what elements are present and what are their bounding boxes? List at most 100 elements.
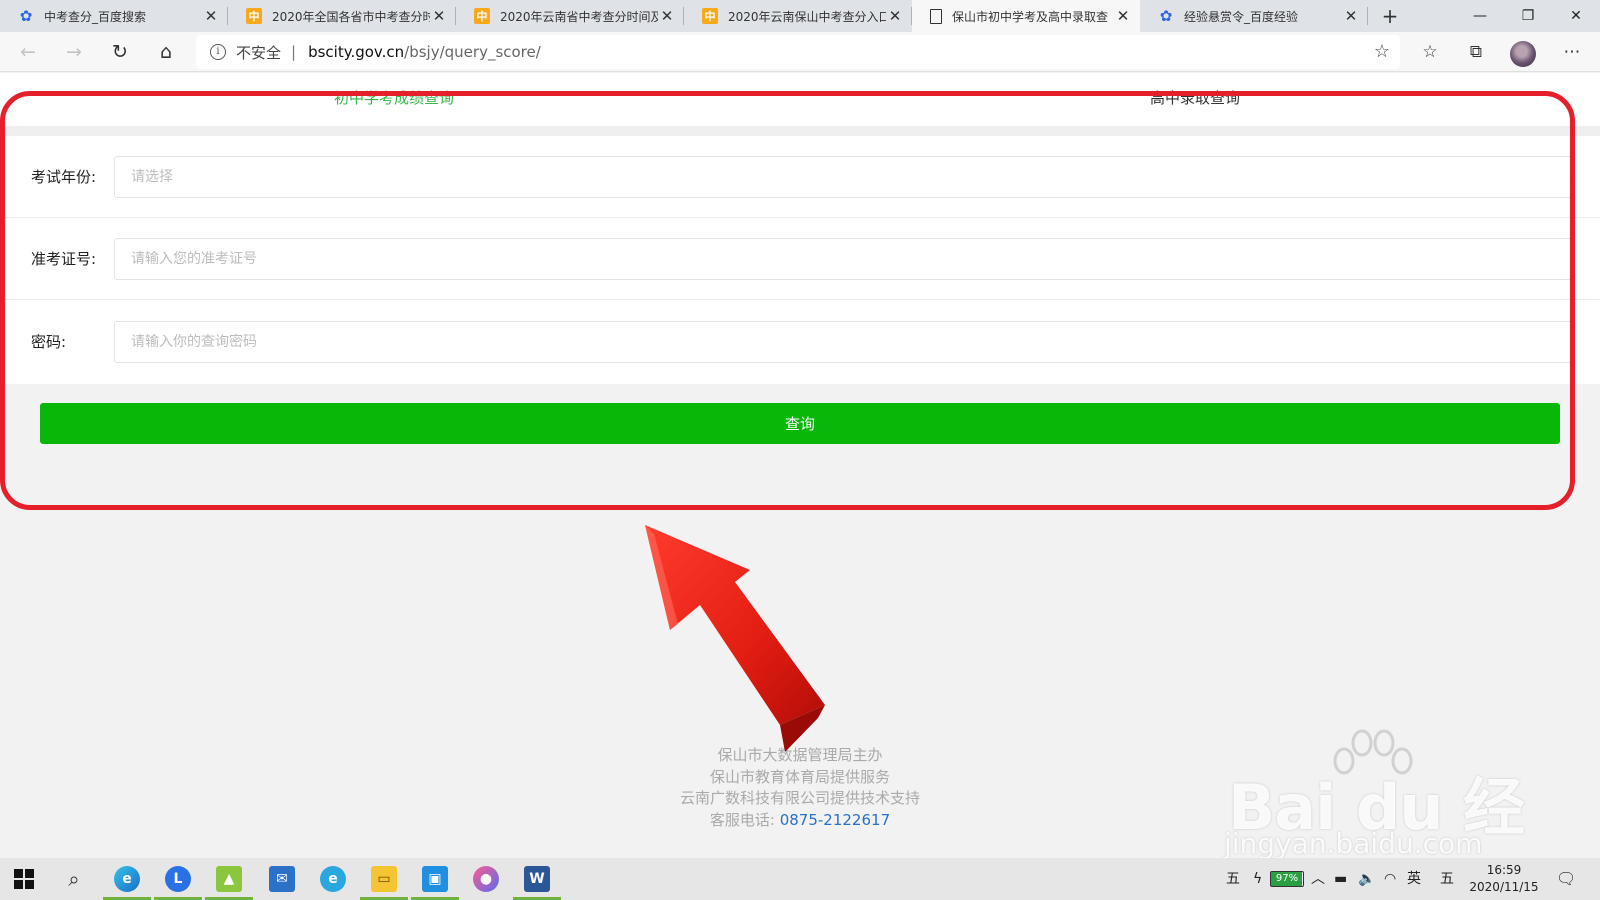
site-info-icon[interactable]: i <box>210 44 226 60</box>
clock-time: 16:59 <box>1486 863 1522 877</box>
taskbar-app-drop[interactable]: ● <box>462 858 510 900</box>
windows-logo-icon <box>14 869 34 889</box>
forward-icon[interactable]: → <box>58 36 90 68</box>
close-tab-icon[interactable]: ✕ <box>430 7 448 25</box>
baidu-paw-icon: ✿ <box>19 7 33 25</box>
profile-avatar[interactable] <box>1510 41 1536 67</box>
bell-app-icon: ▲ <box>216 866 242 892</box>
browser-tab-title: 2020年云南省中考查分时间及 <box>500 9 658 24</box>
system-clock[interactable]: 16:59 2020/11/15 <box>1466 862 1542 896</box>
footer-service: 保山市教育体育局提供服务 <box>709 767 890 786</box>
taskbar-mail[interactable]: ✉ <box>258 858 306 900</box>
section-gap <box>0 126 1600 136</box>
zhongkao-icon: 中 <box>702 8 718 24</box>
tab-separator <box>1367 7 1368 25</box>
browser-tab[interactable]: 中 2020年云南保山中考查分入口 ✕ <box>684 0 912 32</box>
exam-year-label: 考试年份: <box>31 168 97 186</box>
minimize-window-button[interactable]: — <box>1456 0 1504 32</box>
ticket-number-label: 准考证号: <box>31 250 97 268</box>
password-input[interactable] <box>114 321 1574 363</box>
folder-icon: ▭ <box>371 866 397 892</box>
home-icon[interactable]: ⌂ <box>150 36 182 68</box>
red-pointer-arrow-icon <box>645 525 825 752</box>
browser-tab-title: 2020年全国各省市中考查分时间 <box>272 9 430 24</box>
close-tab-icon[interactable]: ✕ <box>886 7 904 25</box>
close-tab-icon[interactable]: ✕ <box>658 7 676 25</box>
query-button[interactable]: 查询 <box>40 403 1560 444</box>
more-menu-icon[interactable]: ⋯ <box>1556 36 1588 68</box>
chevron-up-icon[interactable]: ︿ <box>1311 858 1325 900</box>
ie-browser-icon: e <box>320 866 346 892</box>
calculator-app-icon: ▣ <box>422 866 448 892</box>
favorites-list-icon[interactable]: ☆ <box>1414 36 1446 68</box>
new-tab-button[interactable]: + <box>1378 0 1402 32</box>
battery-indicator[interactable]: 97% <box>1270 871 1304 887</box>
lark-l-icon: L <box>165 866 191 892</box>
ticket-number-input[interactable] <box>114 238 1574 280</box>
notification-icon[interactable]: 🗨 <box>1556 858 1576 900</box>
form-row-year: 考试年份: ⌄ <box>0 136 1600 218</box>
zhongkao-icon: 中 <box>246 8 262 24</box>
edge-browser-icon: e <box>114 866 140 892</box>
browser-tab-title: 中考查分_百度搜索 <box>44 9 147 24</box>
browser-tab-title: 2020年云南保山中考查分入口 <box>728 9 886 24</box>
taskbar-app-green[interactable]: ▲ <box>205 858 253 900</box>
browser-tab[interactable]: 中 2020年云南省中考查分时间及 ✕ <box>456 0 684 32</box>
ime-mode-left[interactable]: 五 <box>1226 858 1240 900</box>
favorite-star-icon[interactable]: ☆ <box>1374 41 1390 62</box>
close-tab-icon[interactable]: ✕ <box>202 7 220 25</box>
browser-tab[interactable]: ✿ 经验悬赏令_百度经验 ✕ <box>1140 0 1368 32</box>
charging-icon: ϟ <box>1253 871 1263 887</box>
browser-tab[interactable]: ✿ 中考查分_百度搜索 ✕ <box>0 0 228 32</box>
browser-tab-active[interactable]: 保山市初中学考及高中录取查 ✕ <box>912 0 1140 32</box>
clock-date: 2020/11/15 <box>1469 880 1539 894</box>
windows-taskbar: ⌕ e L ▲ ✉ e ▭ ▣ ● W 五 ϟ 97% ︿ ▬ 🔈 ◠ 英 五 … <box>0 858 1600 900</box>
form-row-ticket: 准考证号: <box>0 218 1600 300</box>
taskbar-word[interactable]: W <box>513 858 561 900</box>
address-divider: | <box>291 43 297 61</box>
refresh-icon[interactable]: ↻ <box>104 36 136 68</box>
security-status: 不安全 <box>236 43 282 62</box>
hotline-label: 客服电话: <box>709 810 775 829</box>
back-icon[interactable]: ← <box>12 36 44 68</box>
close-window-button[interactable]: ✕ <box>1552 0 1600 32</box>
wifi-icon[interactable]: ◠ <box>1384 858 1396 900</box>
document-icon <box>930 8 942 24</box>
browser-tab[interactable]: 中 2020年全国各省市中考查分时间 ✕ <box>228 0 456 32</box>
taskbar-explorer[interactable]: ▭ <box>360 858 408 900</box>
baidu-paw-icon: ✿ <box>1159 7 1173 25</box>
taskbar-app-blue[interactable]: ▣ <box>411 858 459 900</box>
tab-admission-query[interactable]: 高中录取查询 <box>1150 87 1240 108</box>
hotline-number[interactable]: 0875-2122617 <box>780 811 890 829</box>
zhongkao-icon: 中 <box>474 8 490 24</box>
browser-tab-title: 保山市初中学考及高中录取查 <box>952 9 1109 24</box>
browser-toolbar: ← → ↻ ⌂ i 不安全 | bscity.gov.cn/bsjy/query… <box>0 32 1600 72</box>
close-tab-icon[interactable]: ✕ <box>1342 7 1360 25</box>
footer-tech-support: 云南广数科技有限公司提供技术支持 <box>679 789 920 807</box>
restore-window-button[interactable]: ❐ <box>1504 0 1552 32</box>
address-bar[interactable]: i 不安全 | bscity.gov.cn/bsjy/query_score/ … <box>196 35 1400 69</box>
collections-icon[interactable]: ⧉ <box>1460 36 1492 68</box>
word-icon: W <box>524 866 550 892</box>
ime-language[interactable]: 英 <box>1407 858 1421 900</box>
exam-year-select[interactable] <box>114 156 1574 198</box>
start-button[interactable] <box>0 858 48 900</box>
url-host: bscity.gov.cn <box>308 43 405 61</box>
submit-area: 查询 <box>0 384 1600 464</box>
drop-app-icon: ● <box>473 866 499 892</box>
tab-score-query[interactable]: 初中学考成绩查询 <box>334 87 454 108</box>
browser-tab-title: 经验悬赏令_百度经验 <box>1184 9 1299 24</box>
url-path: /bsjy/query_score/ <box>404 43 541 61</box>
score-query-form: 考试年份: ⌄ 准考证号: 密码: <box>0 136 1600 384</box>
close-tab-icon[interactable]: ✕ <box>1114 7 1132 25</box>
taskbar-edge[interactable]: e <box>103 858 151 900</box>
search-icon[interactable]: ⌕ <box>50 858 98 900</box>
chevron-down-icon[interactable]: ⌄ <box>1568 170 1578 184</box>
taskbar-app-l[interactable]: L <box>154 858 202 900</box>
taskbar-ie[interactable]: e <box>309 858 357 900</box>
ime-mode-right[interactable]: 五 <box>1440 858 1454 900</box>
volume-icon[interactable]: 🔈 <box>1358 858 1375 900</box>
footer-hotline: 客服电话: 0875-2122617 <box>0 810 1600 832</box>
battery-status-icon[interactable]: ▬ <box>1334 858 1347 900</box>
browser-tab-strip: ✿ 中考查分_百度搜索 ✕ 中 2020年全国各省市中考查分时间 ✕ 中 202… <box>0 0 1600 32</box>
